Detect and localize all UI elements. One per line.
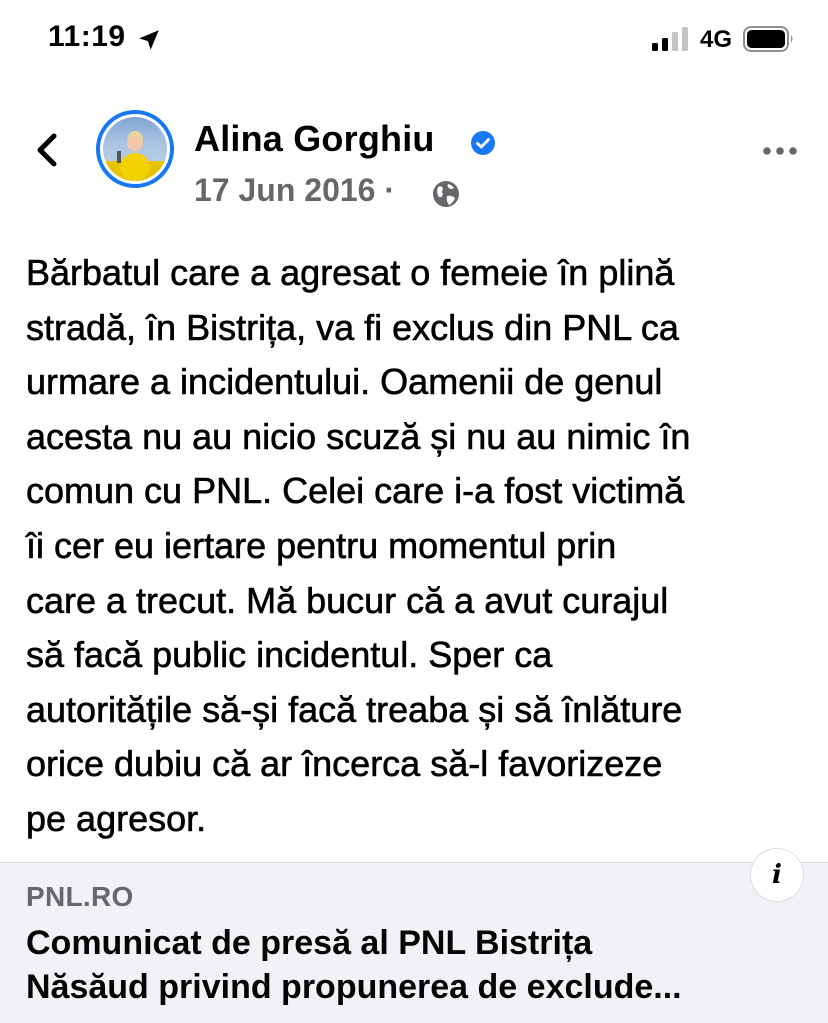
post-header: Alina Gorghiu 17 Jun 2016 · — [0, 100, 828, 220]
globe-icon — [433, 181, 459, 207]
info-icon[interactable]: i — [750, 848, 804, 902]
link-title: Comunicat de presă al PNL Bistrița Năsău… — [26, 924, 682, 1006]
more-options-icon[interactable] — [762, 144, 798, 158]
link-domain: PNL.RO — [26, 881, 134, 912]
battery-icon — [743, 26, 793, 52]
avatar[interactable] — [96, 110, 174, 188]
verified-badge-icon — [471, 131, 495, 155]
back-arrow-icon[interactable] — [30, 130, 64, 170]
post-date[interactable]: 17 Jun 2016 · — [194, 172, 395, 209]
status-time: 11:19 — [48, 20, 126, 53]
post-text: Bărbatul care a agresat o femeie în plin… — [26, 252, 691, 840]
network-type: 4G — [700, 26, 733, 53]
avatar-image — [103, 117, 167, 181]
link-preview-card[interactable]: PNL.RO Comunicat de presă al PNL Bistriț… — [0, 862, 828, 1023]
status-bar: 11:19 4G — [0, 0, 828, 80]
person-icon — [103, 131, 167, 181]
signal-icon — [652, 27, 688, 51]
author-name[interactable]: Alina Gorghiu — [194, 118, 435, 160]
location-arrow-icon — [139, 30, 159, 50]
